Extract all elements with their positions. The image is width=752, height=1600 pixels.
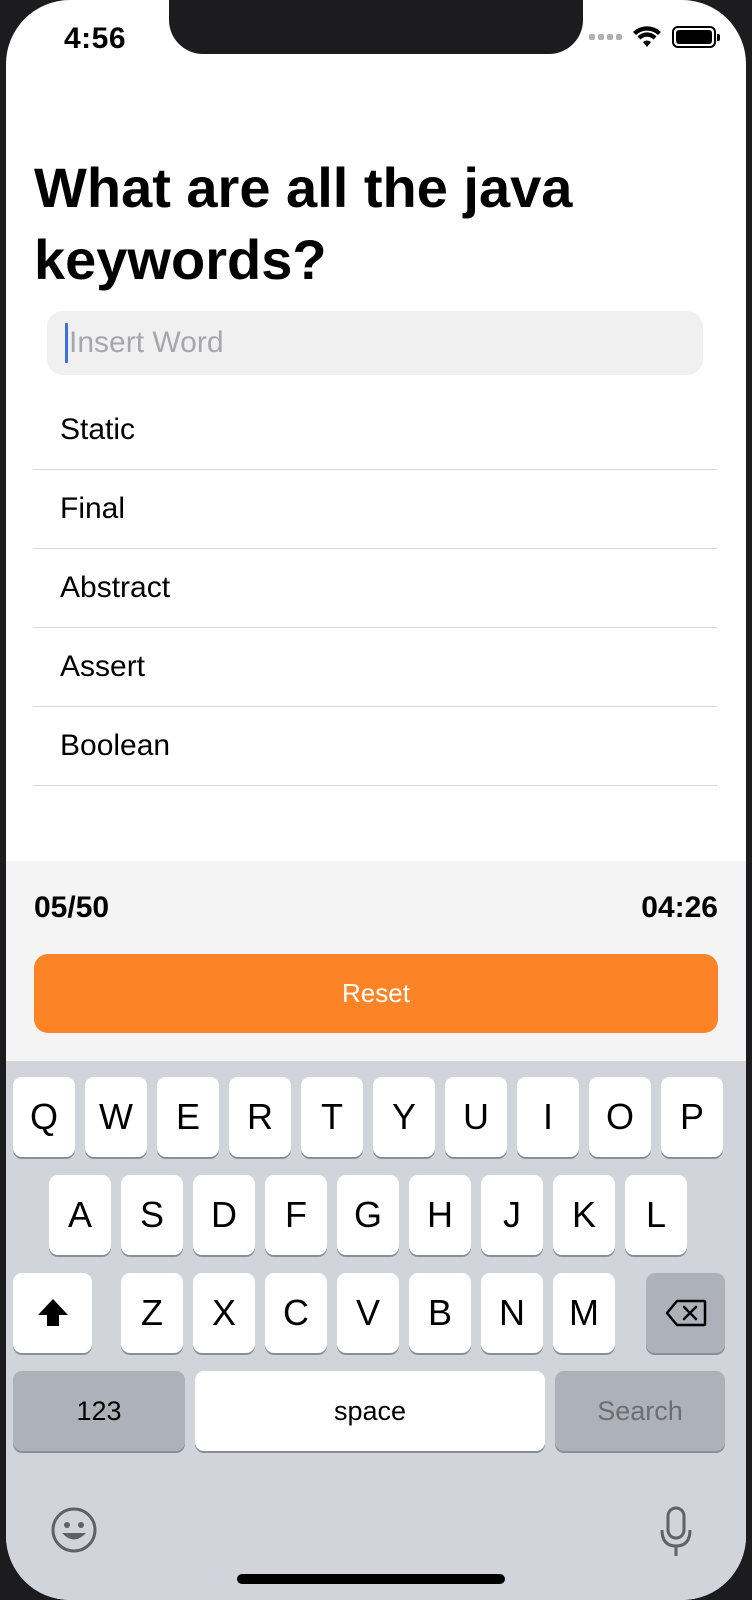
emoji-icon[interactable] xyxy=(50,1506,98,1554)
list-item[interactable]: Assert xyxy=(33,628,717,707)
key-r[interactable]: R xyxy=(229,1077,291,1157)
key-h[interactable]: H xyxy=(409,1175,471,1255)
keyboard: Q W E R T Y U I O P A S D F G H J K L Z … xyxy=(6,1061,746,1600)
countdown-timer: 04:26 xyxy=(641,891,718,924)
key-q[interactable]: Q xyxy=(13,1077,75,1157)
list-item[interactable]: Final xyxy=(33,470,717,549)
signal-icon xyxy=(589,34,622,40)
battery-icon xyxy=(672,26,720,48)
status-time: 4:56 xyxy=(64,22,127,55)
key-f[interactable]: F xyxy=(265,1175,327,1255)
backspace-key[interactable] xyxy=(646,1273,725,1353)
backspace-icon xyxy=(665,1299,706,1327)
list-item[interactable]: Abstract xyxy=(33,549,717,628)
key-s[interactable]: S xyxy=(121,1175,183,1255)
phone-screen: 4:56 What are all the java keywords? Ins… xyxy=(6,0,746,1600)
bottom-panel: 05/50 04:26 Reset xyxy=(6,861,746,1061)
shift-icon xyxy=(37,1299,68,1326)
key-p[interactable]: P xyxy=(661,1077,723,1157)
key-j[interactable]: J xyxy=(481,1175,543,1255)
home-indicator[interactable] xyxy=(237,1574,505,1584)
key-m[interactable]: M xyxy=(553,1273,615,1353)
list-item[interactable]: Static xyxy=(33,391,717,470)
space-key[interactable]: space xyxy=(195,1371,545,1451)
key-z[interactable]: Z xyxy=(121,1273,183,1353)
list-item[interactable]: Boolean xyxy=(33,707,717,786)
key-t[interactable]: T xyxy=(301,1077,363,1157)
key-k[interactable]: K xyxy=(553,1175,615,1255)
search-placeholder: Insert Word xyxy=(69,326,224,359)
numbers-key[interactable]: 123 xyxy=(13,1371,185,1451)
key-d[interactable]: D xyxy=(193,1175,255,1255)
key-v[interactable]: V xyxy=(337,1273,399,1353)
answer-list: Static Final Abstract Assert Boolean xyxy=(33,391,717,786)
key-g[interactable]: G xyxy=(337,1175,399,1255)
notch xyxy=(169,0,583,54)
search-key[interactable]: Search xyxy=(555,1371,725,1451)
key-i[interactable]: I xyxy=(517,1077,579,1157)
key-e[interactable]: E xyxy=(157,1077,219,1157)
reset-button[interactable]: Reset xyxy=(34,954,718,1033)
key-u[interactable]: U xyxy=(445,1077,507,1157)
key-a[interactable]: A xyxy=(49,1175,111,1255)
key-x[interactable]: X xyxy=(193,1273,255,1353)
key-l[interactable]: L xyxy=(625,1175,687,1255)
key-o[interactable]: O xyxy=(589,1077,651,1157)
key-y[interactable]: Y xyxy=(373,1077,435,1157)
key-c[interactable]: C xyxy=(265,1273,327,1353)
wifi-icon xyxy=(633,26,661,47)
microphone-icon[interactable] xyxy=(658,1506,694,1558)
status-icons xyxy=(589,26,720,48)
question-title: What are all the java keywords? xyxy=(34,156,573,291)
key-b[interactable]: B xyxy=(409,1273,471,1353)
key-n[interactable]: N xyxy=(481,1273,543,1353)
text-caret xyxy=(65,323,68,363)
score-counter: 05/50 xyxy=(34,891,110,924)
key-w[interactable]: W xyxy=(85,1077,147,1157)
search-input[interactable]: Insert Word xyxy=(47,311,703,375)
shift-key[interactable] xyxy=(13,1273,92,1353)
